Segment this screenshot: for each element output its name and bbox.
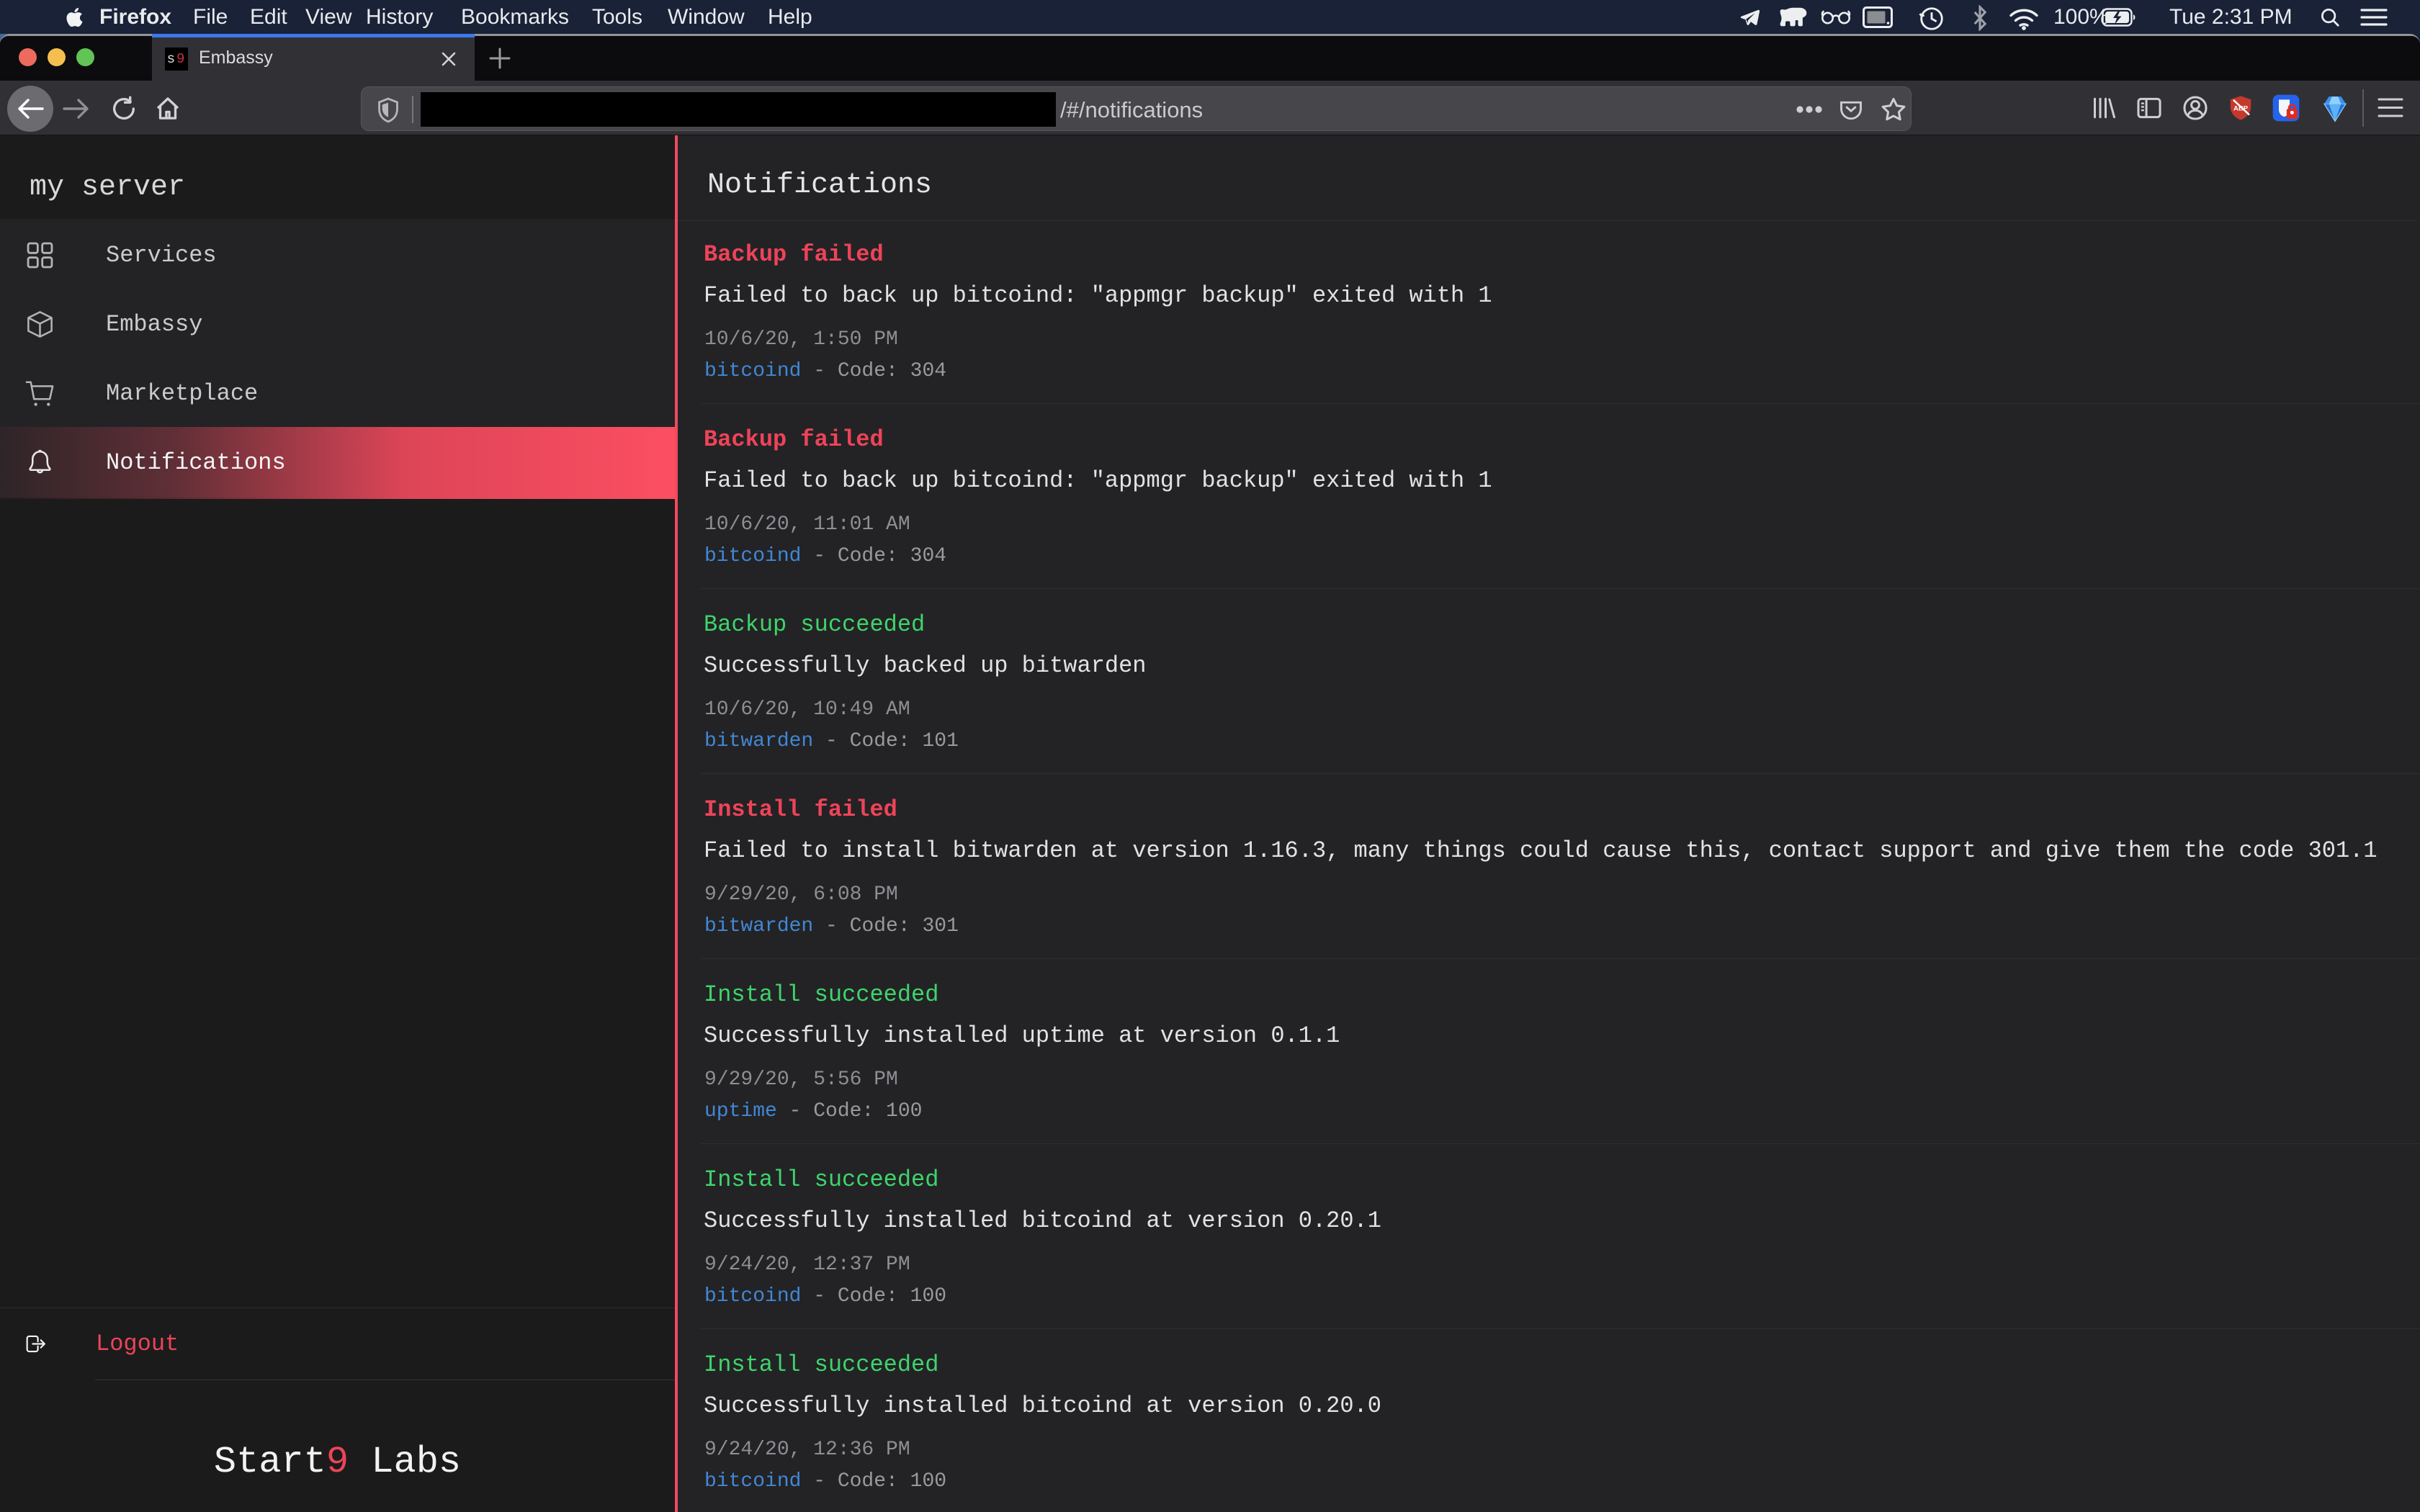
svg-text:ABP: ABP bbox=[2233, 105, 2249, 113]
